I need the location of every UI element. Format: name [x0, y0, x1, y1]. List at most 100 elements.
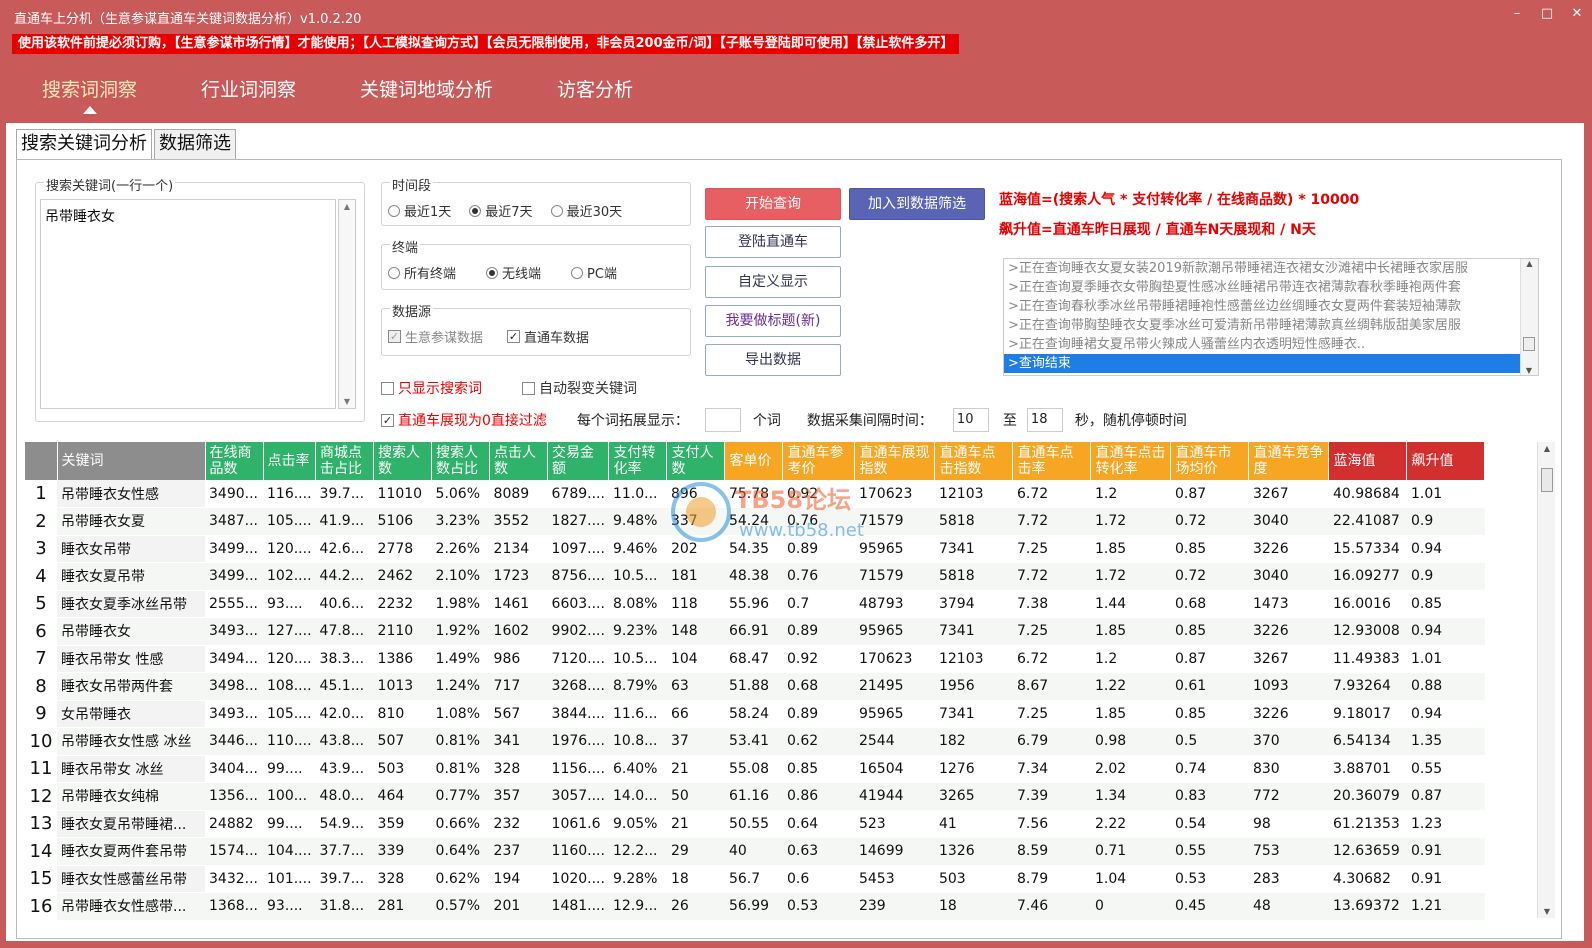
keyword-textarea[interactable]: 吊带睡衣女 [40, 199, 336, 409]
data-cell: 66 [666, 700, 725, 728]
table-header-cell[interactable]: 直通车点击指数 [934, 442, 1014, 480]
subtab-keyword-analysis[interactable]: 搜索关键词分析 [16, 129, 152, 159]
data-cell: 830 [1248, 755, 1329, 783]
period-30day[interactable]: 最近30天 [550, 201, 622, 220]
table-header-cell[interactable]: 在线商品数 [205, 442, 264, 480]
data-cell: 116.... [263, 480, 316, 508]
make-title-button[interactable]: 我要做标题(新) [705, 305, 841, 337]
custom-display-button[interactable]: 自定义显示 [705, 266, 841, 298]
export-data-button[interactable]: 导出数据 [705, 344, 841, 376]
table-row[interactable]: 8 睡衣女吊带两件套 3498... 108.... 45.1... 1013 1.24% 7… [25, 672, 1485, 701]
table-scrollbar[interactable]: ▲ ▼ [1537, 442, 1555, 918]
table-header-cell[interactable]: 点击率 [263, 442, 317, 480]
data-cell: 2.26% [431, 535, 490, 563]
scroll-thumb[interactable] [1523, 337, 1535, 351]
only-search-checkbox[interactable]: 只显示搜索词 [381, 378, 482, 398]
table-header-cell[interactable]: 交易金额 [547, 442, 610, 480]
data-cell: 464 [373, 782, 432, 811]
table-header-cell[interactable]: 直通车竞争度 [1248, 442, 1330, 480]
option-label: 无线端 [502, 267, 542, 282]
period-1day[interactable]: 最近1天 [388, 201, 451, 220]
table-row[interactable]: 9 女吊带睡衣 3493... 105.... 42.0... 810 1.08% 567 38… [25, 700, 1485, 728]
table-row[interactable]: 3 睡衣女吊带 3499... 120.... 42.6... 2778 2.26% 2134… [25, 535, 1485, 563]
close-icon[interactable]: ✕ [1570, 6, 1584, 21]
scroll-up-icon[interactable]: ▲ [339, 202, 355, 211]
table-header-cell[interactable]: 直通车点击转化率 [1090, 442, 1172, 480]
tab-search-insight[interactable]: 搜索词洞察 [28, 76, 151, 116]
table-row[interactable]: 11 睡衣吊带女 冰丝 3404... 99.... 43.9... 503 0.81% 32… [25, 755, 1485, 783]
auto-split-checkbox[interactable]: 自动裂变关键词 [522, 378, 637, 398]
table-row[interactable]: 5 睡衣女夏季冰丝吊带 2555... 93.... 40.6... 2232 1.98% 1… [25, 590, 1485, 618]
table-header-cell[interactable]: 直通车参考价 [782, 442, 856, 480]
scroll-down-icon[interactable]: ▼ [339, 397, 355, 406]
interval-to-input[interactable]: 18 [1026, 408, 1063, 432]
table-row[interactable]: 10 吊带睡衣女性感 冰丝 3446... 110.... 43.8... 507 0.81… [25, 727, 1485, 756]
scroll-up-icon[interactable]: ▲ [1538, 444, 1556, 453]
data-cell: 105.... [263, 700, 316, 728]
data-cell: 986 [489, 645, 548, 673]
terminal-pc[interactable]: PC端 [571, 263, 617, 282]
terminal-wireless[interactable]: 无线端 [486, 263, 541, 282]
subtab-data-filter[interactable]: 数据筛选 [154, 129, 236, 159]
keyword-table[interactable]: 关键词 在线商品数 点击率 商城点击占比 搜索人数 搜索人数占比 点击人数 交易金额 支付转化率… [25, 442, 1486, 921]
table-header-cell[interactable]: 搜索人数 [373, 442, 433, 480]
checkbox-label: 自动裂变关键词 [539, 381, 637, 397]
scroll-thumb[interactable] [1541, 468, 1553, 492]
table-row[interactable]: 14 睡衣女夏两件套吊带 1574... 104.... 37.7... 339 0.64%… [25, 837, 1485, 866]
table-header-cell[interactable]: 直通车点击率 [1012, 442, 1092, 480]
add-to-filter-button[interactable]: 加入到数据筛选 [849, 188, 985, 220]
table-row[interactable]: 15 睡衣女性感蕾丝吊带 3432... 101.... 39.7... 328 0.62%… [25, 865, 1485, 893]
terminal-all[interactable]: 所有终端 [388, 263, 456, 282]
scroll-down-icon[interactable]: ▼ [1538, 907, 1556, 916]
table-header-cell[interactable]: 支付转化率 [608, 442, 668, 480]
scroll-down-icon[interactable]: ▼ [1521, 366, 1537, 375]
login-ztc-button[interactable]: 登陆直通车 [705, 226, 841, 258]
scroll-up-icon[interactable]: ▲ [1521, 259, 1538, 268]
table-header-cell[interactable]: 直通车展现指数 [854, 442, 936, 480]
table-header-cell[interactable]: 支付人数 [666, 442, 726, 480]
table-header-cell[interactable]: 直通车市场均价 [1170, 442, 1250, 480]
table-header-cell[interactable]: 关键词 [57, 442, 206, 480]
table-header-cell[interactable]: 搜索人数占比 [431, 442, 491, 480]
data-cell: 1956 [934, 672, 1013, 701]
query-log[interactable]: >正在查询睡衣女夏女装2019新款潮吊带睡裙连衣裙女沙滩裙中长裙睡衣家居服 >正… [1003, 258, 1539, 376]
window-title: 直通车上分机（生意参谋直通车关键词数据分析）v1.0.2.20 [14, 12, 362, 27]
table-row[interactable]: 1 吊带睡衣女性感 3490... 116.... 39.7... 11010 5.06% 8… [25, 480, 1485, 508]
data-cell: 0.92 [782, 645, 855, 673]
filter-zero-checkbox[interactable]: ✓ 直通车展现为0直接过滤 [381, 410, 547, 430]
data-cell: 48793 [854, 590, 935, 618]
table-header-cell[interactable]: 客单价 [724, 442, 784, 480]
data-cell: 3.23% [431, 507, 490, 536]
table-row[interactable]: 12 吊带睡衣女纯棉 1356... 100... 48.0... 464 0.77% 357… [25, 782, 1485, 811]
period-7day[interactable]: 最近7天 [469, 201, 533, 220]
log-scrollbar[interactable]: ▲ ▼ [1520, 259, 1538, 375]
tab-industry-insight[interactable]: 行业词洞察 [187, 76, 310, 116]
data-cell: 8.67 [1012, 672, 1091, 701]
table-header-cell[interactable]: 点击人数 [489, 442, 549, 480]
keyword-scrollbar[interactable]: ▲ ▼ [338, 199, 356, 409]
table-row[interactable]: 16 吊带睡衣女性感带... 1368... 93.... 31.8... 281 0.57… [25, 892, 1485, 921]
maximize-icon[interactable]: □ [1540, 6, 1554, 21]
table-header-cell[interactable]: 商城点击占比 [315, 442, 375, 480]
table-row[interactable]: 6 吊带睡衣女 3493... 127.... 47.8... 2110 1.92% 1602… [25, 617, 1485, 646]
table-row[interactable]: 4 睡衣女夏吊带 3499... 102.... 44.2... 2462 2.10% 172… [25, 562, 1485, 591]
data-cell: 13.69372 [1328, 892, 1407, 921]
table-row[interactable]: 2 吊带睡衣女夏 3487... 105.... 41.9... 5106 3.23% 355… [25, 507, 1485, 536]
tab-region-analysis[interactable]: 关键词地域分析 [346, 76, 507, 116]
data-cell: 12.93008 [1328, 617, 1407, 646]
table-row[interactable]: 13 睡衣女夏吊带睡裙... 24882 99.... 54.9... 359 0.66% 2… [25, 810, 1485, 838]
tab-visitor-analysis[interactable]: 访客分析 [543, 76, 647, 116]
data-cell: 0.63 [782, 837, 855, 866]
data-cell: 1.85 [1090, 617, 1171, 646]
expand-count-input[interactable] [704, 408, 741, 432]
data-cell: 0.83 [1170, 782, 1249, 811]
app-window: 直通车上分机（生意参谋直通车关键词数据分析）v1.0.2.20 – □ ✕ 使用… [0, 0, 1592, 948]
table-header-cell[interactable]: 飙升值 [1406, 442, 1486, 480]
table-header-cell[interactable]: 蓝海值 [1328, 442, 1408, 480]
start-query-button[interactable]: 开始查询 [705, 188, 841, 220]
minimize-icon[interactable]: – [1510, 6, 1524, 21]
interval-from-input[interactable]: 10 [952, 408, 989, 432]
table-row[interactable]: 7 睡衣吊带女 性感 3494... 120.... 38.3... 1386 1.49% 9… [25, 645, 1485, 673]
source-ztc[interactable]: ✓ 直通车数据 [507, 327, 589, 346]
keyword-cell: 睡衣女夏吊带 [57, 562, 205, 591]
